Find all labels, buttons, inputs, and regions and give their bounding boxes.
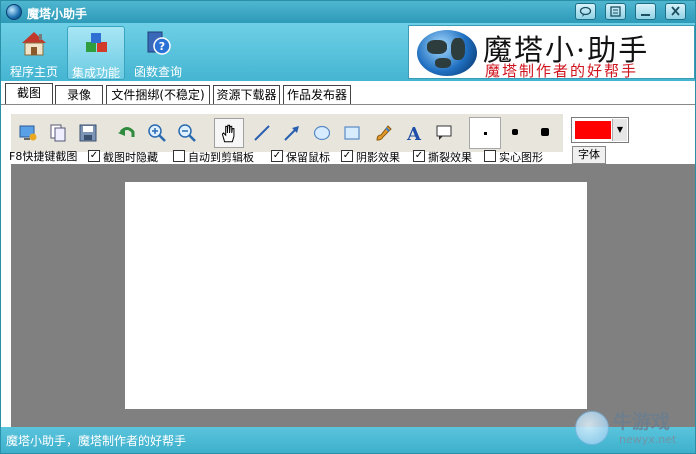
globe-logo (417, 30, 477, 76)
brush-tool-button[interactable] (371, 120, 397, 146)
tab-resource-downloader[interactable]: 资源下载器 (213, 85, 280, 105)
feedback-button[interactable] (575, 3, 596, 20)
undo-button[interactable] (114, 120, 140, 146)
watermark-title: 牛游戏 (613, 411, 671, 433)
drawing-canvas[interactable] (125, 182, 587, 409)
blocks-icon (86, 33, 107, 52)
ellipse-tool-button[interactable] (309, 120, 335, 146)
svg-text:A: A (406, 124, 422, 143)
text-tool-button[interactable]: A (401, 120, 427, 146)
brand-banner: 魔塔小·助手 魔塔制作者的好帮手 (408, 25, 695, 80)
arrow-icon (284, 126, 299, 141)
tab-bar: 截图 录像 文件捆绑(不稳定) 资源下载器 作品发布器 (1, 81, 695, 105)
svg-text:?: ? (159, 40, 165, 53)
capture-screen-icon (19, 125, 37, 141)
line-icon (254, 125, 270, 141)
watermark: 牛游戏 newyx.net (575, 407, 693, 451)
tab-file-bundle-label: 文件捆绑(不稳定) (111, 88, 205, 102)
nav-integrated-label: 集成功能 (71, 66, 120, 80)
help-book-icon: ? (147, 31, 171, 55)
size-large-button[interactable] (533, 120, 559, 146)
minimize-icon (641, 14, 650, 16)
undo-icon (118, 127, 135, 137)
color-swatch (575, 121, 611, 139)
rectangle-icon (344, 126, 360, 140)
line-tool-button[interactable] (249, 120, 275, 146)
size-small-button[interactable] (469, 117, 501, 149)
nav-home-button[interactable]: 程序主页 (5, 26, 63, 80)
chat-icon (579, 6, 592, 17)
capture-screen-button[interactable] (15, 120, 41, 146)
menu-button[interactable] (605, 3, 626, 20)
nav-function-lookup-button[interactable]: ? 函数查询 (129, 26, 187, 80)
option-label: 保留鼠标 (286, 151, 330, 164)
tab-work-publisher-label: 作品发布器 (286, 88, 347, 102)
status-text: 魔塔小助手，魔塔制作者的好帮手 (6, 434, 187, 448)
size-medium-button[interactable] (503, 120, 529, 146)
copy-icon (50, 124, 66, 142)
option-label: 自动到剪辑板 (188, 151, 254, 164)
header-toolbar: 程序主页 集成功能 ? 函数查询 魔塔小·助手 魔塔制作者的好帮手 (1, 23, 695, 81)
title-bar[interactable]: 魔塔小助手 (1, 1, 695, 23)
app-logo-icon (6, 4, 22, 20)
tab-work-publisher[interactable]: 作品发布器 (283, 85, 351, 105)
tab-resource-downloader-label: 资源下载器 (216, 88, 277, 102)
close-button[interactable] (665, 3, 686, 20)
save-icon (79, 124, 97, 142)
nav-home-label: 程序主页 (9, 65, 58, 79)
text-icon: A (406, 124, 422, 143)
copy-button[interactable] (45, 120, 71, 146)
ellipse-icon (313, 125, 331, 141)
watermark-url: newyx.net (619, 433, 677, 446)
zoom-in-button[interactable] (144, 120, 170, 146)
checkbox[interactable]: ✓ (271, 150, 283, 162)
hand-tool-button[interactable] (214, 118, 244, 148)
tab-screenshot[interactable]: 截图 (5, 83, 53, 105)
status-bar: 魔塔小助手，魔塔制作者的好帮手 牛游戏 newyx.net (1, 411, 695, 453)
tab-file-bundle[interactable]: 文件捆绑(不稳定) (106, 85, 210, 105)
brush-icon (376, 125, 392, 141)
option-label: 截图时隐藏 (103, 151, 158, 164)
watermark-logo-icon (575, 411, 609, 445)
checkbox[interactable]: ✓ (413, 150, 425, 162)
close-icon (671, 6, 680, 16)
save-button[interactable] (75, 120, 101, 146)
screenshot-panel: A ▼ F8快捷键截图 ✓ 截图时隐藏 自动到剪辑板 ✓ 保留鼠标 ✓ 阴影效果… (1, 105, 695, 427)
app-window: 魔塔小助手 程序主页 集成功能 ? 函数查询 魔塔小·助手 魔塔制作者的好帮手 … (0, 0, 696, 454)
arrow-tool-button[interactable] (279, 120, 305, 146)
option-label: 撕裂效果 (428, 151, 472, 164)
banner-subtitle: 魔塔制作者的好帮手 (485, 62, 639, 80)
option-label: 实心图形 (499, 151, 543, 164)
home-icon (22, 32, 46, 56)
tab-recording[interactable]: 录像 (55, 85, 103, 105)
checkbox[interactable] (173, 150, 185, 162)
hotkey-label: F8快捷键截图 (9, 150, 78, 163)
zoom-out-icon (178, 124, 196, 142)
option-label: 阴影效果 (356, 151, 400, 164)
canvas-area[interactable] (11, 164, 695, 427)
callout-icon (436, 125, 452, 140)
font-button[interactable]: 字体 (572, 146, 606, 164)
checkbox[interactable] (484, 150, 496, 162)
window-title: 魔塔小助手 (27, 7, 88, 21)
color-picker[interactable]: ▼ (571, 117, 629, 143)
drawing-toolbar: A (11, 114, 563, 152)
minimize-button[interactable] (635, 3, 656, 20)
tab-recording-label: 录像 (66, 88, 91, 102)
menu-icon (610, 6, 621, 17)
tab-screenshot-label: 截图 (16, 86, 41, 100)
checkbox[interactable]: ✓ (88, 150, 100, 162)
nav-function-lookup-label: 函数查询 (133, 65, 182, 79)
checkbox[interactable]: ✓ (341, 150, 353, 162)
zoom-in-icon (148, 124, 166, 142)
nav-integrated-button[interactable]: 集成功能 (67, 26, 125, 80)
callout-tool-button[interactable] (431, 120, 457, 146)
chevron-down-icon[interactable]: ▼ (612, 119, 627, 141)
rectangle-tool-button[interactable] (339, 120, 365, 146)
hand-icon (221, 124, 235, 143)
zoom-out-button[interactable] (174, 120, 200, 146)
